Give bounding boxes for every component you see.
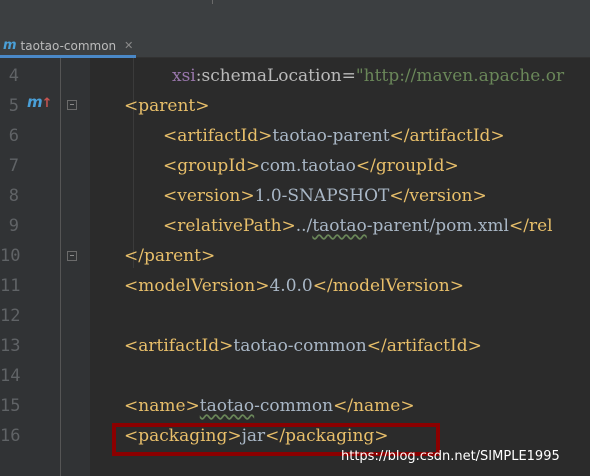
line-number: 5 [8,96,19,116]
line-number: 8 [8,186,19,206]
code-text: <groupId>com.taotao</groupId> [163,156,459,176]
title-divider [212,0,213,4]
code-line-15: 15 <name>taotao-common</name> [0,391,590,421]
tab-taotao-common[interactable]: m taotao-common ✕ [0,36,136,58]
code-line-13: 13 <artifactId>taotao-common</artifactId… [0,331,590,361]
code-text: <name>taotao-common</name> [124,396,415,416]
line-number: 13 [0,336,21,356]
tab-label: taotao-common [20,38,117,53]
line-number: 14 [0,366,21,386]
line-number: 6 [8,126,19,146]
code-line-14: 14 [0,361,590,391]
watermark-text: https://blog.csdn.net/SIMPLE1995 [341,449,560,464]
line-number: 11 [0,276,21,296]
code-text: <artifactId>taotao-parent</artifactId> [163,126,505,146]
close-icon[interactable]: ✕ [124,39,133,52]
code-line-8: 8 <version>1.0-SNAPSHOT</version> [0,181,590,211]
code-line-5: 5 <parent> [0,91,590,121]
code-line-11: 11 <modelVersion>4.0.0</modelVersion> [0,271,590,301]
code-line-10: 10 </parent> [0,241,590,271]
tab-bar [136,36,590,58]
code-line-9: 9 <relativePath>../taotao-parent/pom.xml… [0,211,590,241]
line-number: 9 [8,216,19,236]
code-text: xsi:schemaLocation="http://maven.apache.… [172,66,565,86]
line-number: 4 [8,66,19,86]
line-number: 7 [8,156,19,176]
code-line-12: 12 [0,301,590,331]
line-number: 15 [0,396,21,416]
code-line-7: 7 <groupId>com.taotao</groupId> [0,151,590,181]
line-number: 12 [0,306,21,326]
code-text: </parent> [124,246,216,266]
code-line-6: 6 <artifactId>taotao-parent</artifactId> [0,121,590,151]
line-number: 10 [0,246,21,266]
code-text: <artifactId>taotao-common</artifactId> [124,336,482,356]
code-text: <relativePath>../taotao-parent/pom.xml</… [163,216,553,236]
line-number: 16 [0,426,21,446]
code-text: <parent> [124,96,210,116]
code-text: <modelVersion>4.0.0</modelVersion> [124,276,464,296]
code-text: <version>1.0-SNAPSHOT</version> [163,186,487,206]
maven-m-icon: m [3,38,17,53]
code-line-4: 4 xsi:schemaLocation="http://maven.apach… [0,61,590,91]
window-title-bar [0,0,590,37]
